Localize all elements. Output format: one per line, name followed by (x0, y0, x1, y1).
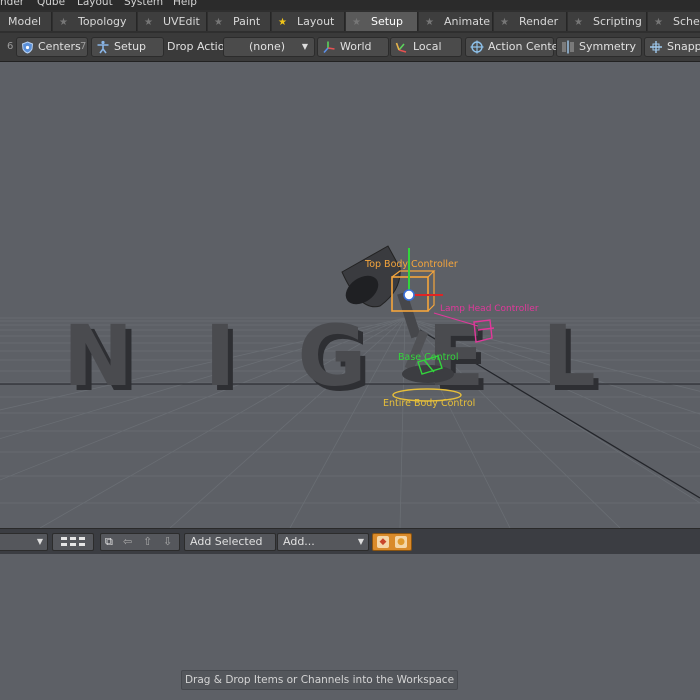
setup-label: Setup (114, 40, 147, 53)
tab-topology[interactable]: ★ Topology (53, 12, 137, 31)
tab-label: Paint (232, 15, 261, 28)
setup-button[interactable]: Setup (91, 37, 164, 57)
world-axes-icon (323, 41, 335, 54)
lamp-base (402, 365, 454, 383)
symmetry-label: Symmetry (579, 40, 637, 53)
tab-label: Animate (443, 15, 491, 28)
menu-qube[interactable]: Qube (37, 0, 65, 8)
crosshair-icon (470, 40, 484, 54)
hierarchy-nav-group: ⧉ ⇦ ⇧ ⇩ (100, 533, 180, 551)
shield-icon (21, 40, 34, 54)
action-center-button[interactable]: Action Center (465, 37, 563, 57)
star-icon[interactable]: ★ (425, 17, 434, 28)
base-controller-label[interactable]: Base Control (398, 352, 459, 363)
snapping-icon (650, 41, 662, 53)
star-icon[interactable]: ★ (352, 17, 361, 28)
shortcut-number: 7 (80, 41, 87, 52)
shortcut-number: 6 (7, 41, 14, 52)
arrow-down-icon[interactable]: ⇩ (163, 534, 172, 550)
hierarchy-icon[interactable]: ⧉ (105, 534, 113, 550)
star-icon[interactable]: ★ (574, 17, 583, 28)
head-controller-label[interactable]: Lamp Head Controller (440, 304, 539, 314)
tab-setup[interactable]: ★ Setup (346, 12, 418, 31)
tab-paint[interactable]: ★ Paint (208, 12, 271, 31)
gizmo-center[interactable] (403, 289, 415, 301)
tab-label: Render (518, 15, 559, 28)
star-icon[interactable]: ★ (59, 17, 68, 28)
keyframe-buttons: ◆ ● (372, 533, 412, 551)
star-icon[interactable]: ★ (214, 17, 223, 28)
menu-layout[interactable]: Layout (77, 0, 113, 8)
drop-action-dropdown[interactable]: (none) ▼ (223, 37, 315, 57)
centers-button[interactable]: Centers (16, 37, 88, 57)
main-toolbar: 6 Centers 7 Setup Drop Action (none) ▼ W… (0, 33, 700, 62)
chevron-down-icon: ▼ (357, 537, 364, 546)
letter-g[interactable]: G (298, 307, 367, 405)
add-node-dropdown[interactable]: Add... ▼ (277, 533, 369, 551)
chevron-down-icon: ▼ (301, 42, 308, 51)
star-icon[interactable]: ★ (144, 17, 153, 28)
star-icon[interactable]: ★ (278, 17, 287, 28)
tab-label: Model (8, 15, 42, 28)
tab-label: Setup (370, 15, 403, 28)
menu-bar: nder Qube Layout System Help (0, 0, 700, 10)
snapping-label: Snappin (667, 40, 700, 53)
letter-l[interactable]: L (542, 307, 596, 405)
symmetry-icon (562, 40, 574, 54)
action-center-label: Action Center (488, 40, 563, 53)
add-selected-button[interactable]: Add Selected (184, 533, 276, 551)
menu-render[interactable]: nder (0, 0, 24, 8)
tab-model[interactable]: Model (0, 12, 52, 31)
centers-label: Centers (38, 40, 81, 53)
arrow-up-icon[interactable]: ⇧ (143, 534, 152, 550)
add-selected-label: Add Selected (190, 535, 263, 548)
entire-body-controller-label[interactable]: Entire Body Control (383, 398, 475, 409)
viewport-canvas[interactable]: N N I I G G E E L L Top Body Controller … (0, 62, 700, 528)
symmetry-button[interactable]: Symmetry (556, 37, 642, 57)
chevron-down-icon: ▼ (36, 537, 43, 546)
tab-layout[interactable]: ★ Layout (272, 12, 345, 31)
tab-label: Layout (296, 15, 335, 28)
schematic-dropdown[interactable]: ▼ (0, 533, 48, 551)
tab-animate[interactable]: ★ Animate (419, 12, 493, 31)
world-label: World (340, 40, 372, 53)
drop-action-value: (none) (249, 40, 286, 53)
schematic-workspace[interactable]: Drag & Drop Items or Channels into the W… (0, 554, 700, 700)
snapping-button[interactable]: Snappin (644, 37, 700, 57)
top-body-controller-label[interactable]: Top Body Controller (364, 259, 458, 270)
grid-icon (61, 537, 85, 546)
menu-system[interactable]: System (124, 0, 163, 8)
tab-uvedit[interactable]: ★ UVEdit (138, 12, 207, 31)
local-label: Local (413, 40, 442, 53)
schematic-toolbar: ▼ ⧉ ⇦ ⇧ ⇩ Add Selected Add... ▼ ◆ ● (0, 528, 700, 555)
local-axes-icon (395, 42, 407, 53)
star-icon[interactable]: ★ (654, 17, 663, 28)
tab-label: Schem (672, 15, 700, 28)
tab-scripting[interactable]: ★ Scripting (568, 12, 647, 31)
tab-schematic[interactable]: ★ Schem (648, 12, 700, 31)
layout-tab-bar: Model ★ Topology ★ UVEdit ★ Paint ★ Layout ★… (0, 10, 700, 33)
layout-grid-button[interactable] (52, 533, 94, 551)
3d-viewport[interactable]: N N I I G G E E L L Top Body Controller … (0, 62, 700, 528)
tab-label: UVEdit (162, 15, 200, 28)
tab-label: Topology (77, 15, 127, 28)
world-button[interactable]: World (317, 37, 389, 57)
diamond-key-icon[interactable]: ◆ (377, 536, 389, 548)
letter-n[interactable]: N (63, 307, 133, 405)
tab-render[interactable]: ★ Render (494, 12, 567, 31)
letter-i[interactable]: I (204, 307, 235, 405)
nigel-text-mesh[interactable]: N N I I G G E E L L (63, 307, 601, 410)
drop-action-label: Drop Action (167, 40, 232, 53)
tab-label: Scripting (592, 15, 642, 28)
star-icon[interactable]: ★ (500, 17, 509, 28)
workspace-hint: Drag & Drop Items or Channels into the W… (181, 670, 458, 690)
arrow-left-icon[interactable]: ⇦ (123, 534, 132, 550)
add-dropdown-label: Add... (283, 535, 315, 548)
local-button[interactable]: Local (390, 37, 462, 57)
figure-icon (97, 40, 109, 54)
menu-help[interactable]: Help (173, 0, 197, 8)
circle-key-icon[interactable]: ● (395, 536, 407, 548)
